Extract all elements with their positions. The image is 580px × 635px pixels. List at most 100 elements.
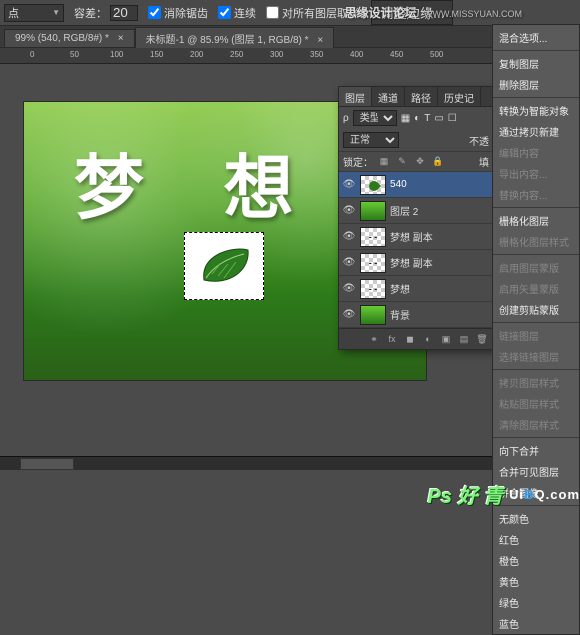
contiguous-box[interactable] [218, 6, 231, 19]
menu-item[interactable]: 栅格化图层 [493, 210, 579, 231]
menu-item[interactable]: 混合选项... [493, 27, 579, 48]
layer-thumbnail[interactable] [360, 305, 386, 325]
document-tab-1[interactable]: 99% (540, RGB/8#) * × [4, 29, 135, 47]
panel-tabs: 图层 通道 路径 历史记 [339, 87, 493, 107]
lock-transparent-icon[interactable]: ▦ [377, 155, 391, 169]
menu-item[interactable]: 橙色 [493, 550, 579, 571]
menu-item[interactable]: 红色 [493, 529, 579, 550]
new-layer-icon[interactable]: ▤ [457, 332, 471, 346]
menu-item[interactable]: 黄色 [493, 571, 579, 592]
layer-fx-icon[interactable]: fx [385, 332, 399, 346]
trash-icon[interactable]: 🗑 [475, 332, 489, 346]
lock-label: 锁定： [343, 154, 373, 169]
menu-item[interactable]: 合并可见图层 [493, 461, 579, 482]
tab-history[interactable]: 历史记 [438, 87, 481, 106]
panel-footer: ⚭ fx ◼ ◐ ▣ ▤ 🗑 [339, 328, 493, 349]
canvas-text: 梦 想 [74, 132, 323, 233]
horizontal-scrollbar[interactable] [0, 456, 496, 470]
visibility-icon[interactable]: 👁 [342, 309, 356, 320]
menu-separator [493, 50, 579, 51]
menu-item[interactable]: 向下合并 [493, 440, 579, 461]
layer-thumbnail[interactable] [360, 227, 386, 247]
filter-adjust-icon[interactable]: ◐ [414, 113, 420, 124]
all-layers-box[interactable] [266, 6, 279, 19]
menu-item[interactable]: 转换为智能对象 [493, 100, 579, 121]
menu-item[interactable]: 复制图层 [493, 53, 579, 74]
layer-thumbnail[interactable] [360, 201, 386, 221]
lock-move-icon[interactable]: ✥ [413, 155, 427, 169]
menu-item: 粘贴图层样式 [493, 393, 579, 414]
layer-row[interactable]: 👁 背景 [339, 302, 493, 328]
visibility-icon[interactable]: 👁 [342, 257, 356, 268]
menu-separator [493, 254, 579, 255]
menu-item: 栅格化图层样式 [493, 231, 579, 252]
visibility-icon[interactable]: 👁 [342, 179, 356, 190]
lock-brush-icon[interactable]: ✎ [395, 155, 409, 169]
layer-list: 👁540👁图层 2👁梦想 副本👁梦想 副本👁梦想👁背景 [339, 172, 493, 328]
visibility-icon[interactable]: 👁 [342, 231, 356, 242]
layer-name: 梦想 [390, 281, 490, 296]
menu-item: 导出内容... [493, 163, 579, 184]
layer-row[interactable]: 👁图层 2 [339, 198, 493, 224]
layer-thumbnail[interactable] [360, 253, 386, 273]
visibility-icon[interactable]: 👁 [342, 205, 356, 216]
search-icon: ρ [343, 113, 349, 124]
menu-item[interactable]: 无颜色 [493, 508, 579, 529]
menu-item: 选择链接图层 [493, 346, 579, 367]
filter-text-icon[interactable]: T [424, 113, 430, 124]
layer-name: 540 [390, 179, 490, 190]
menu-item: 启用图层蒙版 [493, 257, 579, 278]
chevron-down-icon: ▼ [52, 8, 60, 17]
selection-marquee[interactable] [184, 232, 264, 300]
layer-name: 背景 [390, 307, 490, 322]
filter-type-select[interactable]: 类型 [353, 110, 397, 126]
menu-separator [493, 322, 579, 323]
lock-all-icon[interactable]: 🔒 [431, 155, 445, 169]
new-group-icon[interactable]: ▣ [439, 332, 453, 346]
new-adjustment-icon[interactable]: ◐ [421, 332, 435, 346]
scrollbar-thumb[interactable] [20, 458, 74, 470]
layers-panel: 图层 通道 路径 历史记 ρ 类型 ▦ ◐ T ▭ ☐ 正常 不透 锁定： ▦ … [338, 86, 494, 350]
layer-mask-icon[interactable]: ◼ [403, 332, 417, 346]
visibility-icon[interactable]: 👁 [342, 283, 356, 294]
layer-row[interactable]: 👁 梦想 [339, 276, 493, 302]
layer-name: 梦想 副本 [390, 229, 490, 244]
watermark-top: 思缘设计论坛 WWW.MISSYUAN.COM [345, 4, 522, 21]
blend-mode-select[interactable]: 正常 [343, 132, 399, 148]
contiguous-checkbox[interactable]: 连续 [218, 5, 256, 21]
menu-item[interactable]: 绿色 [493, 592, 579, 613]
layer-context-menu: 混合选项... 复制图层删除图层转换为智能对象通过拷贝新建编辑内容导出内容...替… [492, 24, 580, 635]
tab-layers[interactable]: 图层 [339, 87, 372, 106]
layer-row[interactable]: 👁梦想 副本 [339, 250, 493, 276]
layer-row[interactable]: 👁 540 [339, 172, 493, 198]
tolerance-input[interactable] [110, 5, 138, 21]
menu-separator [493, 437, 579, 438]
close-icon[interactable]: × [317, 35, 323, 46]
menu-item[interactable]: 删除图层 [493, 74, 579, 95]
close-icon[interactable]: × [118, 33, 124, 44]
menu-separator [493, 97, 579, 98]
document-tab-2[interactable]: 未标题-1 @ 85.9% (图层 1, RGB/8) * × [135, 27, 335, 49]
menu-item[interactable]: 通过拷贝新建 [493, 121, 579, 142]
menu-separator [493, 369, 579, 370]
filter-smart-icon[interactable]: ☐ [448, 113, 457, 124]
filter-pixel-icon[interactable]: ▦ [401, 113, 410, 124]
filter-shape-icon[interactable]: ▭ [434, 113, 443, 124]
menu-item: 编辑内容 [493, 142, 579, 163]
tab-paths[interactable]: 路径 [405, 87, 438, 106]
menu-item: 清除图层样式 [493, 414, 579, 435]
menu-item: 替换内容... [493, 184, 579, 205]
menu-separator [493, 207, 579, 208]
menu-item: 拷贝图层样式 [493, 372, 579, 393]
layer-row[interactable]: 👁 梦想 副本 [339, 224, 493, 250]
menu-item: 链接图层 [493, 325, 579, 346]
anti-alias-checkbox[interactable]: 消除锯齿 [148, 5, 208, 21]
layer-thumbnail[interactable] [360, 175, 386, 195]
menu-item[interactable]: 创建剪贴蒙版 [493, 299, 579, 320]
menu-item[interactable]: 蓝色 [493, 613, 579, 634]
mode-dropdown[interactable]: 点 ▼ [4, 4, 64, 22]
anti-alias-box[interactable] [148, 6, 161, 19]
layer-thumbnail[interactable] [360, 279, 386, 299]
tab-channels[interactable]: 通道 [372, 87, 405, 106]
link-layers-icon[interactable]: ⚭ [367, 332, 381, 346]
